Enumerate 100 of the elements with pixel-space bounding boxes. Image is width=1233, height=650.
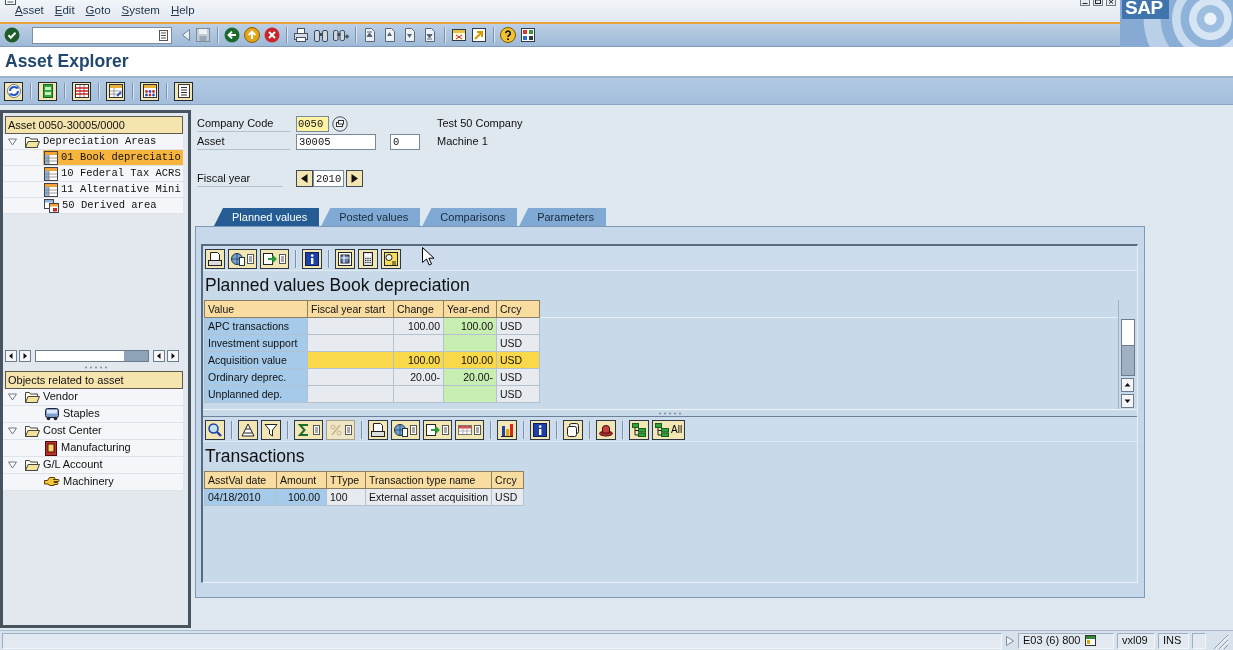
column-header[interactable]: TType [326, 471, 366, 489]
tab[interactable]: Planned values [214, 208, 320, 226]
scrollbar-thumb[interactable] [124, 351, 148, 361]
asset-number-field[interactable]: 30005 [296, 133, 376, 150]
toolbar-button[interactable] [205, 420, 225, 440]
command-field[interactable] [32, 26, 172, 44]
expand-toggle-icon[interactable] [8, 137, 17, 146]
toolbar-button[interactable] [38, 81, 57, 101]
toolbar-button[interactable] [140, 81, 159, 101]
scrollbar-thumb[interactable] [1122, 320, 1134, 346]
column-header[interactable]: Year-end [443, 300, 497, 318]
field-label: Company Code [197, 115, 290, 132]
scrollbar-track[interactable] [35, 350, 149, 362]
toolbar-button[interactable] [294, 420, 323, 440]
column-header[interactable]: Value [204, 300, 308, 318]
scroll-left-icon[interactable] [153, 350, 165, 362]
toolbar-button[interactable] [260, 249, 289, 269]
window-icon[interactable] [451, 27, 467, 43]
right-triangle-icon[interactable] [1005, 634, 1015, 647]
toolbar-button[interactable] [530, 420, 550, 440]
print-icon[interactable] [293, 27, 309, 43]
toolbar-button[interactable] [368, 420, 388, 440]
tab[interactable]: Posted values [321, 208, 421, 226]
help-icon[interactable] [500, 27, 516, 43]
cancel-icon[interactable] [264, 27, 280, 43]
menu-item[interactable]: Help [170, 2, 195, 18]
up-arrow-icon[interactable] [244, 27, 260, 43]
scroll-right-icon[interactable] [167, 350, 179, 362]
find-next-icon[interactable] [333, 27, 349, 43]
save-icon[interactable] [195, 27, 211, 43]
status-field: vxl09 [1117, 632, 1155, 649]
toolbar-button[interactable] [106, 81, 125, 101]
window-menu-icon[interactable] [5, 0, 16, 5]
first-page-icon[interactable] [362, 27, 378, 43]
splitter-handle-icon[interactable] [83, 365, 108, 369]
toolbar-button[interactable] [381, 249, 401, 269]
toolbar-button[interactable] [455, 420, 484, 440]
scrollbar-track[interactable] [1121, 319, 1135, 376]
tab[interactable]: Comparisons [422, 208, 518, 226]
menu-item[interactable]: Goto [85, 2, 111, 18]
check-icon[interactable] [4, 27, 20, 43]
toolbar-button[interactable] [596, 420, 616, 440]
next-year-button[interactable] [346, 170, 363, 187]
expand-toggle-icon[interactable] [8, 461, 17, 469]
window-title: Asset Explorer [0, 47, 1233, 78]
scroll-left-icon[interactable] [5, 350, 17, 362]
toolbar-button[interactable] [205, 249, 225, 269]
toolbar-button[interactable] [358, 249, 378, 269]
toolbar-button[interactable] [335, 249, 355, 269]
toolbar-button[interactable] [238, 420, 258, 440]
window-icon[interactable] [1085, 635, 1097, 646]
circle-windows-icon[interactable] [332, 115, 348, 132]
expand-toggle-icon[interactable] [8, 393, 17, 401]
column-header[interactable]: Crcy [496, 300, 540, 318]
fiscal-year-field[interactable]: 2010 [313, 170, 344, 187]
column-header[interactable]: Fiscal year start [307, 300, 394, 318]
previous-year-button[interactable] [296, 170, 313, 187]
toolbar-button[interactable] [423, 420, 452, 440]
shortcut-icon[interactable] [471, 27, 487, 43]
toolbar-button[interactable] [391, 420, 420, 440]
toolbar-button[interactable] [4, 81, 23, 101]
next-page-icon[interactable] [402, 27, 418, 43]
column-header[interactable]: AsstVal date [204, 471, 277, 489]
splitter-handle-icon[interactable] [658, 411, 682, 415]
last-page-icon[interactable] [422, 27, 438, 43]
close-icon[interactable] [1106, 0, 1116, 6]
toolbar-button[interactable] [563, 420, 583, 440]
toolbar-button[interactable] [228, 249, 257, 269]
tab[interactable]: Parameters [519, 208, 606, 226]
find-icon[interactable] [313, 27, 329, 43]
tree-item[interactable]: 01 Book depreciatio [43, 150, 183, 165]
scroll-right-icon[interactable] [19, 350, 31, 362]
tiles-icon[interactable] [520, 27, 536, 43]
expand-toggle-icon[interactable] [8, 427, 17, 435]
globe-icon [231, 252, 245, 266]
minimize-icon[interactable] [1080, 0, 1090, 6]
toolbar-button[interactable] [261, 420, 281, 440]
toolbar-button[interactable]: All [652, 420, 686, 440]
scroll-up-icon[interactable] [1121, 378, 1134, 392]
scroll-down-icon[interactable] [1121, 394, 1134, 408]
menu-item[interactable]: System [121, 2, 160, 18]
maximize-icon[interactable] [1093, 0, 1103, 6]
company-code-field[interactable]: 0050 [296, 115, 329, 132]
back-icon[interactable] [224, 27, 240, 43]
menu-item[interactable]: Edit [54, 2, 75, 18]
toolbar-button[interactable] [326, 420, 355, 440]
toolbar-button[interactable] [629, 420, 649, 440]
column-header[interactable]: Crcy [491, 471, 524, 489]
column-header[interactable]: Change [393, 300, 444, 318]
subnumber-field[interactable]: 0 [390, 133, 420, 150]
toolbar-button[interactable] [497, 420, 517, 440]
column-header[interactable]: Transaction type name [365, 471, 492, 489]
toolbar-button[interactable] [302, 249, 322, 269]
menu-item[interactable]: Asset [15, 2, 44, 18]
toolbar-button[interactable] [174, 81, 193, 101]
column-header[interactable]: Amount [276, 471, 327, 489]
previous-page-icon[interactable] [382, 27, 398, 43]
left-triangle-icon[interactable] [181, 28, 191, 42]
toolbar-button[interactable] [72, 81, 91, 101]
menu-list-icon[interactable] [159, 29, 168, 41]
